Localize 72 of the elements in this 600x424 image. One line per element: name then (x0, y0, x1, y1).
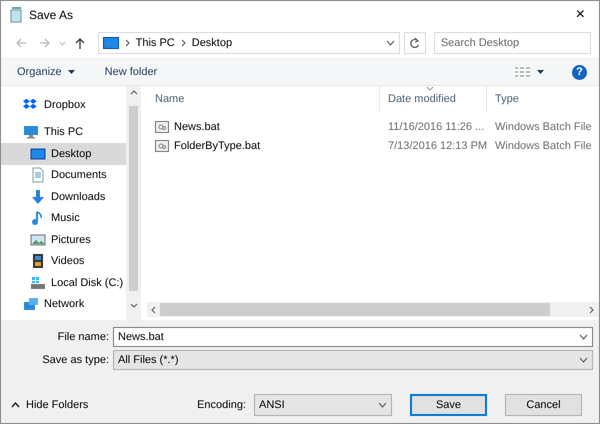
file-name-cell[interactable]: FolderByType.bat (147, 138, 380, 152)
refresh-icon (409, 37, 420, 49)
hide-folders-button[interactable]: Hide Folders (11, 399, 88, 411)
sidebar-item[interactable]: Music (1, 208, 126, 229)
desktop-icon (102, 37, 119, 49)
sidebar-item[interactable]: This PC (1, 122, 126, 143)
dropdown-chevron-icon[interactable] (579, 334, 588, 340)
table-cell-text: Windows Batch File (494, 138, 592, 152)
up-arrow-icon (74, 37, 85, 49)
right-chevron-icon (589, 306, 594, 314)
window-title: Save As (29, 8, 74, 22)
sort-caret-icon (426, 86, 434, 91)
table-cell-text: Windows Batch File (494, 120, 592, 134)
pictures-icon (30, 232, 46, 248)
dropdown-chevron-icon[interactable] (386, 40, 395, 46)
breadcrumb[interactable]: Desktop (192, 37, 232, 49)
field-label: File name: (56, 330, 110, 342)
field-label: Save as type: (41, 354, 110, 366)
download-icon (30, 188, 46, 205)
batch-file-icon (155, 120, 169, 132)
film-icon (30, 253, 46, 270)
dropdown-chevron-icon (378, 402, 387, 408)
close-button[interactable]: × (570, 6, 591, 24)
search-field[interactable]: Search Desktop (434, 32, 591, 54)
sidebar-item[interactable]: Videos (1, 250, 126, 272)
organize-menu[interactable]: Organize (15, 64, 77, 80)
view-menu[interactable] (513, 64, 546, 80)
sidebar-item[interactable]: Dropbox (1, 94, 126, 116)
address-bar[interactable]: This PC Desktop (98, 32, 400, 54)
drive-icon (30, 274, 46, 291)
notepad-icon (9, 6, 23, 22)
caret-icon (68, 70, 75, 74)
chevron-icon (180, 39, 186, 47)
scrollbar[interactable] (126, 86, 141, 320)
dropdown-chevron-icon (579, 356, 588, 362)
down-chevron-icon (130, 303, 138, 308)
network-icon (23, 296, 39, 312)
column-header[interactable]: Type (487, 86, 592, 112)
sidebar-item[interactable]: Documents (1, 164, 126, 186)
document-icon (30, 167, 46, 184)
save-button[interactable]: Save (410, 394, 487, 416)
back-arrow-icon (14, 38, 27, 48)
new-folder-button[interactable]: New folder (102, 64, 160, 80)
sidebar-item[interactable]: Downloads (1, 186, 126, 208)
sidebar-item[interactable]: Local Disk (C:) (1, 272, 126, 294)
scrollbar[interactable] (147, 302, 599, 317)
file-name-cell[interactable]: News.bat (147, 120, 380, 134)
computer-icon (23, 124, 39, 140)
batch-file-icon (155, 140, 169, 152)
refresh-button[interactable] (404, 32, 426, 54)
column-header[interactable]: Date modified (380, 86, 487, 112)
sidebar-item[interactable]: Desktop (1, 143, 126, 164)
list-view-icon (515, 66, 531, 78)
forward-arrow-icon (38, 38, 51, 48)
column-header[interactable]: Name (147, 86, 380, 112)
file-type-dropdown[interactable]: All Files (*.*) (113, 350, 593, 370)
caret-icon (537, 70, 544, 74)
chevron-icon (124, 39, 130, 47)
desktop-icon (30, 146, 46, 162)
help-button[interactable]: ? (572, 64, 587, 80)
file-name-field[interactable]: News.bat (113, 326, 593, 346)
left-chevron-icon (151, 306, 156, 314)
cancel-button[interactable]: Cancel (505, 394, 582, 416)
up-chevron-icon (130, 90, 138, 95)
encoding-dropdown[interactable]: ANSI (254, 394, 392, 416)
table-cell-text: 7/13/2016 12:13 PM (387, 138, 487, 152)
table-cell-text: 11/16/2016 11:26 ... (387, 120, 486, 134)
sidebar-item[interactable]: Network (1, 294, 126, 315)
up-chevron-icon (11, 402, 20, 408)
breadcrumb[interactable]: This PC (136, 37, 175, 49)
field-label: Encoding: (197, 399, 246, 411)
sidebar-item[interactable]: Pictures (1, 229, 126, 250)
